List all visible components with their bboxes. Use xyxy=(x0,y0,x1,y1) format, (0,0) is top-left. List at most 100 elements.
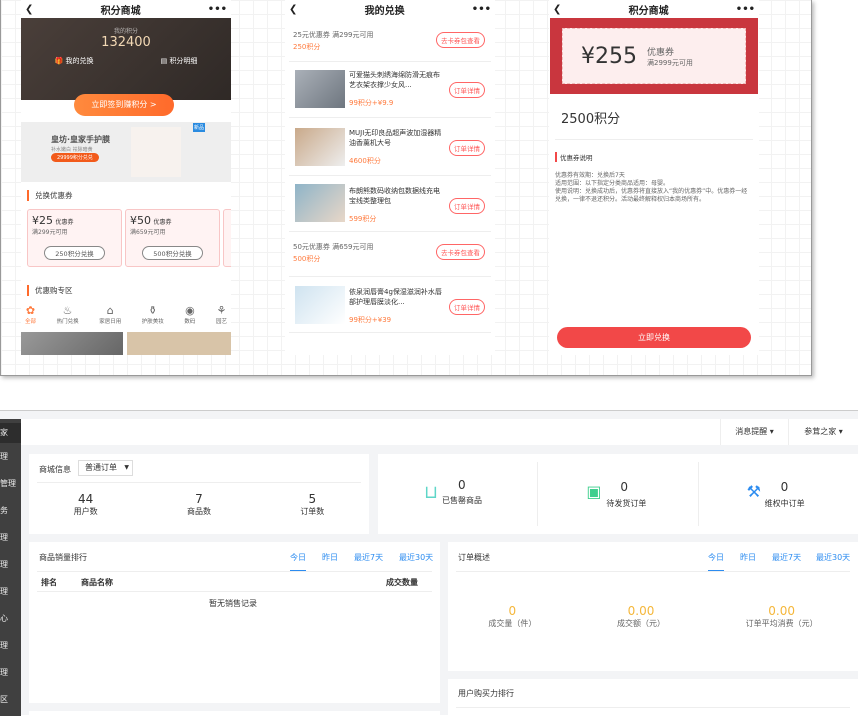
description-title: 优惠券说明 xyxy=(555,152,753,162)
sidebar-item[interactable]: 理 xyxy=(0,447,21,474)
category-label: 数码 xyxy=(184,319,196,325)
category-hot[interactable]: ♨ 热门兑换 xyxy=(57,304,79,325)
sidebar-item[interactable]: 区 xyxy=(0,690,21,717)
stat-value: 44 xyxy=(78,492,94,506)
sidebar-item[interactable]: 理 xyxy=(0,555,21,582)
banner[interactable]: 皇坊·皇家手护膜 补水嫩白 祛除暗黄 29999积分兑兑 新品 xyxy=(21,122,231,182)
sidebar: 家 理管理务理理理心理理区 xyxy=(0,419,21,716)
description-text: 优惠券有效期：兑换后7天 适用范围：以下指定分类商品适用：母婴。 使用说明：兑换… xyxy=(555,172,748,204)
sidebar-item[interactable]: 理 xyxy=(0,636,21,663)
tab-yesterday[interactable]: 昨日 xyxy=(322,552,338,563)
coupon-label: 优惠券 xyxy=(647,47,675,58)
redeem-button[interactable]: 500积分兑换 xyxy=(142,246,203,260)
stat-label: 已售罄商品 xyxy=(442,496,482,505)
card-title: 商品销量排行 xyxy=(39,553,87,562)
tab-today[interactable]: 今日 xyxy=(708,552,724,572)
pending-shipment-stat[interactable]: ▣ 0 待发货订单 xyxy=(538,462,699,526)
messages-dropdown[interactable]: 消息提醒 ▾ xyxy=(720,419,788,445)
back-icon[interactable]: ❮ xyxy=(25,4,33,15)
view-card-button[interactable]: 去卡券包查看 xyxy=(436,244,485,260)
sidebar-item[interactable]: 理 xyxy=(0,528,21,555)
category-garden[interactable]: ⚘ 园艺 xyxy=(216,304,227,325)
nav-title: 积分商城 xyxy=(628,5,669,17)
sidebar-item[interactable]: 理 xyxy=(0,582,21,609)
product-image[interactable] xyxy=(21,332,123,355)
item-price: 99积分+¥39 xyxy=(349,316,392,324)
coupon-amount: ¥25 xyxy=(32,214,53,227)
exchange-item: 25元优惠券 满299元可用 250积分 去卡券包查看 xyxy=(289,22,491,62)
metric-average: 0.00 订单平均消费（元） xyxy=(746,604,818,629)
order-type-select[interactable]: 普通订单 ▼ xyxy=(78,460,133,476)
empty-message: 暂无销售记录 xyxy=(209,599,257,608)
sign-in-button[interactable]: 立即签到赚积分 > xyxy=(74,94,174,116)
product-image[interactable] xyxy=(127,332,231,355)
redeem-now-button[interactable]: 立即兑换 xyxy=(557,327,751,348)
shop-info-title: 商城信息 xyxy=(39,465,71,474)
order-detail-button[interactable]: 订单详情 xyxy=(449,299,485,315)
sold-out-stat[interactable]: ⊔ 0 已售罄商品 xyxy=(378,462,539,526)
more-icon[interactable]: ••• xyxy=(736,4,755,15)
section-coupons-title: 兑换优惠券 xyxy=(27,190,225,201)
coupon-card[interactable]: ¥25 优惠券 满299元可用 250积分兑换 xyxy=(27,209,122,267)
coupon-detail-screen: ❮ 积分商城 ••• ¥255 优惠券 满2999元可用 2500积分 优惠券说明 优… xyxy=(549,0,759,355)
dispute-stat[interactable]: ⚒ 0 维权中订单 xyxy=(699,462,858,526)
more-icon[interactable]: ••• xyxy=(208,4,227,15)
package-icon: ▣ xyxy=(586,482,602,501)
sidebar-item[interactable]: 管理 xyxy=(0,474,21,501)
metric-label: 订单平均消费（元） xyxy=(745,619,818,628)
item-thumbnail xyxy=(295,128,345,166)
metric-value: 0.00 xyxy=(627,604,655,618)
stat-label: 维权中订单 xyxy=(764,499,805,508)
col-rank: 排名 xyxy=(41,578,57,587)
tab-7-days[interactable]: 最近7天 xyxy=(772,552,801,563)
item-price: 4600积分 xyxy=(349,157,381,165)
coupon-condition: 满659元可用 xyxy=(130,229,166,236)
sidebar-item[interactable]: 心 xyxy=(0,609,21,636)
col-product-name: 商品名称 xyxy=(81,578,113,587)
user-dropdown[interactable]: 参茸之家 ▾ xyxy=(788,419,858,445)
stat-orders: 5 订单数 xyxy=(300,492,324,517)
item-price: 599积分 xyxy=(349,215,377,223)
tab-30-days[interactable]: 最近30天 xyxy=(399,552,433,563)
stat-label: 订单数 xyxy=(300,507,325,516)
coupon-card[interactable] xyxy=(223,209,231,267)
coupon-amount: ¥50 xyxy=(130,214,151,227)
sidebar-item[interactable]: 家 xyxy=(0,423,21,443)
points-detail-link[interactable]: ▤ 积分明细 xyxy=(161,56,198,66)
more-icon[interactable]: ••• xyxy=(472,4,491,15)
stat-value: 7 xyxy=(195,492,203,506)
category-label: 热门兑换 xyxy=(56,319,79,325)
view-card-button[interactable]: 去卡券包查看 xyxy=(436,32,485,48)
stat-label: 用户数 xyxy=(73,507,98,516)
category-beauty[interactable]: ⚱ 护肤美妆 xyxy=(142,304,164,325)
sales-ranking-card: 商品销量排行 今日 昨日 最近7天 最近30天 排名 商品名称 成交数量 暂无销… xyxy=(29,542,440,703)
order-detail-button[interactable]: 订单详情 xyxy=(449,82,485,98)
sidebar-item[interactable]: 务 xyxy=(0,501,21,528)
next-card xyxy=(29,711,440,716)
tab-yesterday[interactable]: 昨日 xyxy=(740,552,756,563)
tab-today[interactable]: 今日 xyxy=(290,552,306,572)
tab-7-days[interactable]: 最近7天 xyxy=(354,552,383,563)
order-detail-button[interactable]: 订单详情 xyxy=(449,198,485,214)
stat-value: 0 xyxy=(458,478,466,492)
stat-users: 44 用户数 xyxy=(74,492,98,517)
back-icon[interactable]: ❮ xyxy=(289,4,297,15)
sidebar-item[interactable]: 理 xyxy=(0,663,21,690)
category-home[interactable]: ⌂ 家居日用 xyxy=(99,304,121,325)
banner-subtitle: 补水嫩白 祛除暗黄 xyxy=(51,147,93,153)
product-image xyxy=(131,127,181,177)
my-exchange-link[interactable]: 🎁 我的兑换 xyxy=(55,56,94,66)
my-exchange-screen: ❮ 我的兑换 ••• 25元优惠券 满299元可用 250积分 去卡券包查看 可爱猫头刺… xyxy=(285,0,495,355)
coupon-card[interactable]: ¥50 优惠券 满659元可用 500积分兑换 xyxy=(125,209,220,267)
back-icon[interactable]: ❮ xyxy=(553,4,561,15)
metric-amount: 0.00 成交额（元） xyxy=(617,604,665,629)
category-digital[interactable]: ◉ 数码 xyxy=(184,304,195,325)
item-thumbnail xyxy=(295,70,345,108)
category-label: 家居日用 xyxy=(99,319,122,325)
shop-info-card: 商城信息 普通订单 ▼ 44 用户数 7 商品数 5 订单数 xyxy=(29,454,369,534)
category-bar: ✿ 全部 ♨ 热门兑换 ⌂ 家居日用 ⚱ 护肤美妆 ◉ 数码 ⚘ 园艺 xyxy=(21,304,231,325)
tab-30-days[interactable]: 最近30天 xyxy=(816,552,850,563)
category-all[interactable]: ✿ 全部 xyxy=(25,304,36,325)
redeem-button[interactable]: 250积分兑换 xyxy=(44,246,105,260)
order-detail-button[interactable]: 订单详情 xyxy=(449,140,485,156)
